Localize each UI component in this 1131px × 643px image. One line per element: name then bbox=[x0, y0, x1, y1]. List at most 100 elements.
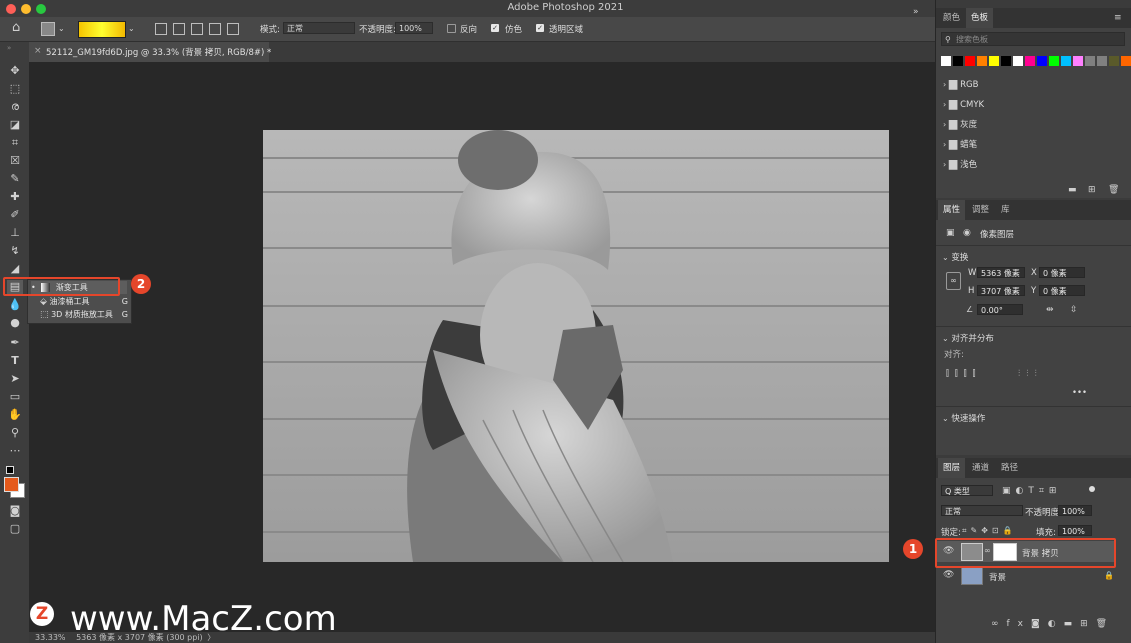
radial-gradient-icon[interactable] bbox=[173, 23, 185, 35]
document-tab[interactable]: × 52112_GM19fd6D.jpg @ 33.3% (背景 拷贝, RGB… bbox=[29, 42, 271, 62]
tab-adjustments[interactable]: 调整 bbox=[967, 200, 994, 220]
swatch-chip[interactable] bbox=[1001, 56, 1011, 66]
tool-preset-icon[interactable] bbox=[41, 22, 55, 36]
quick-select-tool-icon[interactable]: ◪ bbox=[7, 118, 23, 132]
gradient-dropdown-icon[interactable]: ⌄ bbox=[128, 23, 135, 35]
stamp-tool-icon[interactable]: ⊥ bbox=[7, 226, 23, 240]
panel-collapse-icon[interactable]: » bbox=[913, 6, 919, 18]
mode-select[interactable]: 正常 bbox=[283, 22, 355, 34]
reflected-gradient-icon[interactable] bbox=[209, 23, 221, 35]
align-buttons-icon[interactable]: ⫿⫿⫿⫿ bbox=[946, 368, 982, 380]
swatch-group-rgb[interactable]: › ▆ RGB bbox=[943, 78, 1123, 91]
dither-checkbox[interactable]: ✓ bbox=[491, 24, 499, 32]
swatch-chip[interactable] bbox=[977, 56, 987, 66]
tab-layers[interactable]: 图层 bbox=[938, 458, 966, 478]
width-input[interactable]: 5363 像素 bbox=[977, 267, 1025, 278]
zoom-level[interactable]: 33.33% bbox=[35, 633, 66, 642]
swatch-chip[interactable] bbox=[941, 56, 951, 66]
distribute-buttons-icon[interactable]: ⫶⫶⫶ bbox=[1018, 368, 1043, 380]
blend-mode-select[interactable]: 正常 bbox=[941, 505, 1023, 516]
swatch-chip[interactable] bbox=[1013, 56, 1023, 66]
foreground-color-swatch[interactable] bbox=[4, 477, 19, 492]
linear-gradient-icon[interactable] bbox=[155, 23, 167, 35]
layer-filter-select[interactable]: Q 类型 bbox=[941, 485, 993, 496]
transparency-checkbox[interactable]: ✓ bbox=[536, 24, 544, 32]
flip-vertical-icon[interactable]: ⇳ bbox=[1070, 304, 1078, 316]
layer-opacity-input[interactable]: 100% bbox=[1058, 505, 1092, 516]
brush-tool-icon[interactable]: ✐ bbox=[7, 208, 23, 222]
fill-input[interactable]: 100% bbox=[1058, 525, 1092, 536]
layer-filter-icons[interactable]: ▣◐T⌗⊞ bbox=[1002, 485, 1061, 497]
delete-swatch-icon[interactable]: 🗑 bbox=[1108, 184, 1119, 196]
visibility-eye-icon[interactable]: 👁 bbox=[943, 569, 954, 581]
blur-tool-icon[interactable]: 💧 bbox=[7, 298, 23, 312]
swatch-chip[interactable] bbox=[1085, 56, 1095, 66]
screen-mode-icon[interactable]: ▢ bbox=[7, 522, 23, 536]
move-tool-icon[interactable]: ✥ bbox=[7, 64, 23, 78]
frame-tool-icon[interactable]: ☒ bbox=[7, 154, 23, 168]
tab-paths[interactable]: 路径 bbox=[996, 458, 1023, 478]
eyedropper-tool-icon[interactable]: ✎ bbox=[7, 172, 23, 186]
angle-input[interactable]: 0.00° bbox=[977, 304, 1023, 315]
swatch-chip[interactable] bbox=[1121, 56, 1131, 66]
opacity-input[interactable]: 100% bbox=[395, 22, 433, 34]
align-section[interactable]: ⌄ 对齐并分布 bbox=[942, 332, 994, 345]
tab-channels[interactable]: 通道 bbox=[967, 458, 994, 478]
flyout-item-3d-material[interactable]: ⬚ 3D 材质拖放工具 G bbox=[40, 308, 128, 321]
eraser-tool-icon[interactable]: ◢ bbox=[7, 262, 23, 276]
angle-gradient-icon[interactable] bbox=[191, 23, 203, 35]
y-input[interactable]: 0 像素 bbox=[1039, 285, 1085, 296]
swatch-group-gray[interactable]: › ▆ 灰度 bbox=[943, 118, 1123, 131]
hand-tool-icon[interactable]: ✋ bbox=[7, 408, 23, 422]
x-input[interactable]: 0 像素 bbox=[1039, 267, 1085, 278]
history-brush-icon[interactable]: ↯ bbox=[7, 244, 23, 258]
new-swatch-icon[interactable]: ⊞ bbox=[1088, 184, 1096, 196]
zoom-tool-icon[interactable]: ⚲ bbox=[7, 426, 23, 440]
lasso-tool-icon[interactable]: ര bbox=[7, 100, 23, 114]
dodge-tool-icon[interactable]: ● bbox=[7, 316, 23, 330]
quick-actions-section[interactable]: ⌄ 快速操作 bbox=[942, 412, 985, 425]
swatch-group-cmyk[interactable]: › ▆ CMYK bbox=[943, 98, 1123, 111]
swatch-group-pastel[interactable]: › ▆ 蜡笔 bbox=[943, 138, 1123, 151]
lock-icons[interactable]: ⌗✎✥⊡🔒 bbox=[962, 525, 1017, 537]
rectangle-tool-icon[interactable]: ▭ bbox=[7, 390, 23, 404]
collapse-icon[interactable]: » bbox=[7, 42, 11, 54]
document-image[interactable] bbox=[263, 130, 889, 563]
flip-horizontal-icon[interactable]: ⇹ bbox=[1046, 304, 1054, 316]
path-select-tool-icon[interactable]: ➤ bbox=[7, 372, 23, 386]
type-tool-icon[interactable]: T bbox=[7, 354, 23, 368]
crop-tool-icon[interactable]: ⌗ bbox=[7, 136, 23, 150]
tab-properties[interactable]: 属性 bbox=[938, 200, 966, 220]
gradient-picker[interactable] bbox=[78, 21, 126, 38]
chevron-down-icon[interactable]: ⌄ bbox=[58, 23, 65, 35]
healing-tool-icon[interactable]: ✚ bbox=[7, 190, 23, 204]
layer-footer-icons[interactable]: ∞fx◙◐▬⊞🗑 bbox=[991, 618, 1115, 630]
more-options-icon[interactable]: ••• bbox=[1072, 388, 1087, 398]
flyout-item-paint-bucket[interactable]: ⬙ 油漆桶工具 G bbox=[40, 295, 128, 308]
swatch-chip[interactable] bbox=[989, 56, 999, 66]
swatch-chip[interactable] bbox=[953, 56, 963, 66]
more-tools-icon[interactable]: ⋯ bbox=[7, 444, 23, 458]
swatch-chip[interactable] bbox=[1037, 56, 1047, 66]
swatch-group-light[interactable]: › ▆ 浅色 bbox=[943, 158, 1123, 171]
default-colors-icon[interactable] bbox=[6, 466, 14, 474]
swatch-chip[interactable] bbox=[1073, 56, 1083, 66]
reverse-checkbox[interactable] bbox=[447, 24, 456, 33]
diamond-gradient-icon[interactable] bbox=[227, 23, 239, 35]
tab-libraries[interactable]: 库 bbox=[996, 200, 1015, 220]
home-icon[interactable]: ⌂ bbox=[12, 21, 20, 34]
height-input[interactable]: 3707 像素 bbox=[977, 285, 1025, 296]
transform-section[interactable]: ⌄ 变换 bbox=[942, 251, 968, 264]
swatch-chip[interactable] bbox=[1049, 56, 1059, 66]
quick-mask-icon[interactable]: ◙ bbox=[7, 504, 23, 518]
swatch-chip[interactable] bbox=[1109, 56, 1119, 66]
swatch-chip[interactable] bbox=[1097, 56, 1107, 66]
layer-row-background[interactable]: 👁 背景 🔒 bbox=[936, 565, 1114, 586]
swatch-chip[interactable] bbox=[1025, 56, 1035, 66]
new-group-icon[interactable]: ▬ bbox=[1068, 184, 1077, 196]
link-dimensions-icon[interactable]: ∞ bbox=[946, 272, 961, 290]
swatch-chip[interactable] bbox=[1061, 56, 1071, 66]
marquee-tool-icon[interactable]: ⬚ bbox=[7, 82, 23, 96]
pen-tool-icon[interactable]: ✒ bbox=[7, 336, 23, 350]
filter-toggle-icon[interactable] bbox=[1089, 486, 1095, 492]
